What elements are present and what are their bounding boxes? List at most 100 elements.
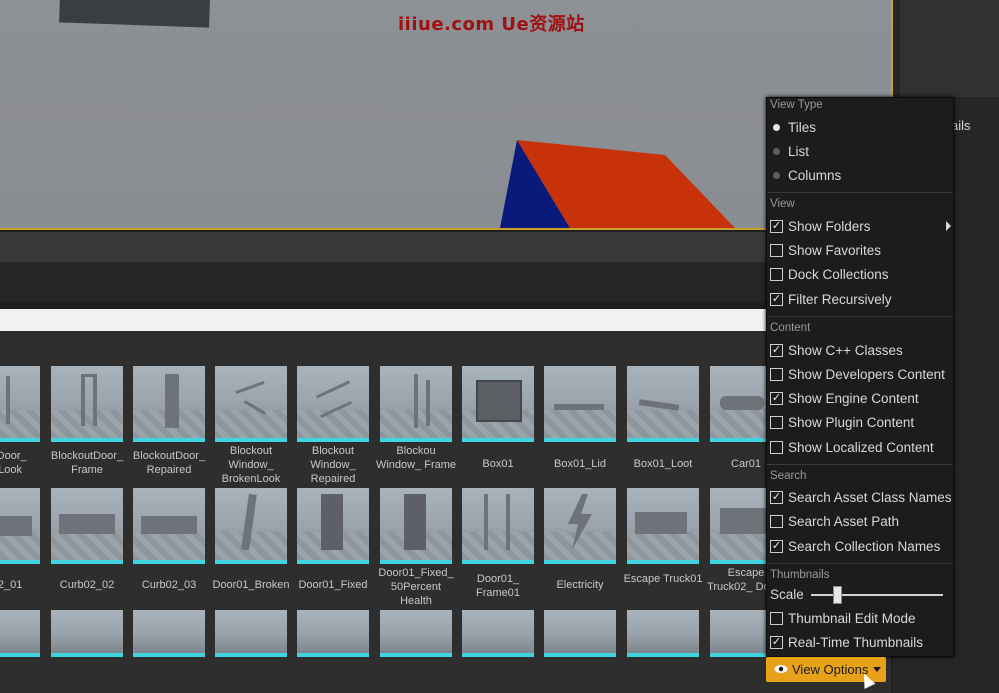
asset-tile-label: Box01: [456, 457, 540, 471]
menu-separator: [767, 563, 953, 564]
asset-tile-label: b02_01: [0, 578, 46, 592]
viewport-wedge-mesh: [495, 135, 745, 230]
asset-tile-label: Blockout Window_ Repaired: [291, 444, 375, 486]
menu-item-show-localized-content[interactable]: Show Localized Content: [767, 436, 953, 460]
asset-search-input[interactable]: [0, 309, 768, 331]
asset-tile[interactable]: [297, 610, 369, 657]
asset-tile[interactable]: [627, 366, 699, 442]
menu-header-thumbnails: Thumbnails: [770, 569, 829, 581]
menu-header-content: Content: [770, 322, 810, 334]
asset-tile[interactable]: [380, 610, 452, 657]
asset-tile-label: outDoor_ enLook: [0, 449, 46, 477]
asset-tile[interactable]: [544, 610, 616, 657]
asset-tile-label: Curb02_02: [45, 578, 129, 592]
asset-tile-label: Blockou Window_ Frame: [374, 444, 458, 472]
asset-tile-label: BlockoutDoor_ Frame: [45, 449, 129, 477]
asset-tile-label: Electricity: [538, 578, 622, 592]
checkbox-icon: [770, 515, 783, 528]
asset-tile[interactable]: [51, 488, 123, 564]
asset-tile[interactable]: [51, 366, 123, 442]
menu-item-search-asset-class-names[interactable]: ✓Search Asset Class Names: [767, 486, 953, 510]
menu-item-thumbnail-edit-mode[interactable]: Thumbnail Edit Mode: [767, 607, 953, 631]
menu-separator: [767, 192, 953, 193]
radio-selected-icon: [773, 124, 780, 131]
menu-header-view-type: View Type: [770, 99, 823, 111]
checkbox-checked-icon: ✓: [770, 220, 783, 233]
menu-item-show-plugin-content[interactable]: Show Plugin Content: [767, 411, 953, 435]
menu-item-tiles[interactable]: Tiles: [767, 116, 953, 140]
submenu-arrow-icon: [946, 221, 951, 231]
asset-tile[interactable]: [51, 610, 123, 657]
scale-slider-track[interactable]: [811, 594, 943, 596]
menu-item-show-folders[interactable]: ✓Show Folders: [767, 215, 953, 239]
asset-tile[interactable]: [297, 488, 369, 564]
menu-item-search-collection-names[interactable]: ✓Search Collection Names: [767, 535, 953, 559]
menu-item-show-developers-content[interactable]: Show Developers Content: [767, 363, 953, 387]
asset-tile[interactable]: [297, 366, 369, 442]
eye-icon: [774, 664, 788, 674]
watermark-text: iiiue.com Ue资源站: [398, 10, 585, 36]
menu-item-dock-collections[interactable]: Dock Collections: [767, 263, 953, 287]
checkbox-icon: [770, 441, 783, 454]
scale-slider-handle[interactable]: [833, 586, 842, 604]
checkbox-checked-icon: ✓: [770, 293, 783, 306]
asset-tile[interactable]: [462, 610, 534, 657]
radio-icon: [773, 172, 780, 179]
asset-tile[interactable]: [0, 366, 40, 442]
menu-item-show-engine-content[interactable]: ✓Show Engine Content: [767, 387, 953, 411]
menu-item-filter-recursively[interactable]: ✓Filter Recursively: [767, 288, 953, 312]
menu-item-show-favorites[interactable]: Show Favorites: [767, 239, 953, 263]
view-options-menu: View Type Tiles List Columns View ✓Show …: [766, 97, 954, 657]
asset-tile[interactable]: [380, 366, 452, 442]
asset-tile[interactable]: [133, 610, 205, 657]
asset-tile[interactable]: [462, 366, 534, 442]
asset-tile[interactable]: [544, 366, 616, 442]
asset-tile[interactable]: [0, 610, 40, 657]
checkbox-checked-icon: ✓: [770, 392, 783, 405]
menu-header-view: View: [770, 198, 795, 210]
level-viewport[interactable]: iiiue.com Ue资源站: [0, 0, 893, 230]
asset-tile[interactable]: [627, 610, 699, 657]
checkbox-icon: [770, 244, 783, 257]
checkbox-checked-icon: ✓: [770, 344, 783, 357]
asset-tile[interactable]: [215, 610, 287, 657]
asset-tile-label: BlockoutDoor_ Repaired: [127, 449, 211, 477]
checkbox-icon: [770, 368, 783, 381]
menu-item-list[interactable]: List: [767, 140, 953, 164]
view-options-label: View Options: [792, 662, 868, 677]
asset-tile-label: Curb02_03: [127, 578, 211, 592]
radio-icon: [773, 148, 780, 155]
asset-tile-label: Door01_Broken: [209, 578, 293, 592]
asset-tile[interactable]: [462, 488, 534, 564]
asset-tile[interactable]: [0, 488, 40, 564]
lightning-icon: [564, 494, 594, 550]
asset-tile[interactable]: [133, 366, 205, 442]
content-browser-toolbar: [0, 262, 891, 302]
menu-item-search-asset-path[interactable]: Search Asset Path: [767, 510, 953, 534]
menu-header-search: Search: [770, 470, 806, 482]
checkbox-icon: [770, 612, 783, 625]
chevron-down-icon: [873, 667, 881, 672]
asset-tile[interactable]: [627, 488, 699, 564]
menu-item-columns[interactable]: Columns: [767, 164, 953, 188]
asset-tile[interactable]: [380, 488, 452, 564]
asset-tile[interactable]: [215, 488, 287, 564]
asset-tile-label: Blockout Window_ BrokenLook: [209, 444, 293, 486]
details-panel-header: [900, 0, 999, 97]
checkbox-icon: [770, 416, 783, 429]
asset-tile-label: Door01_Fixed: [291, 578, 375, 592]
asset-tile-label: Door01_Fixed_ 50Percent Health: [374, 566, 458, 608]
checkbox-checked-icon: ✓: [770, 636, 783, 649]
asset-tile-label: Escape Truck01: [621, 572, 705, 586]
menu-separator: [767, 316, 953, 317]
checkbox-checked-icon: ✓: [770, 540, 783, 553]
menu-item-show-cpp-classes[interactable]: ✓Show C++ Classes: [767, 339, 953, 363]
asset-tile[interactable]: [133, 488, 205, 564]
asset-tile-label: Door01_ Frame01: [456, 572, 540, 600]
menu-item-real-time-thumbnails[interactable]: ✓Real-Time Thumbnails: [767, 631, 953, 655]
asset-tile[interactable]: [215, 366, 287, 442]
menu-separator: [767, 464, 953, 465]
asset-tile[interactable]: [544, 488, 616, 564]
checkbox-checked-icon: ✓: [770, 491, 783, 504]
asset-tile-label: Box01_Loot: [621, 457, 705, 471]
